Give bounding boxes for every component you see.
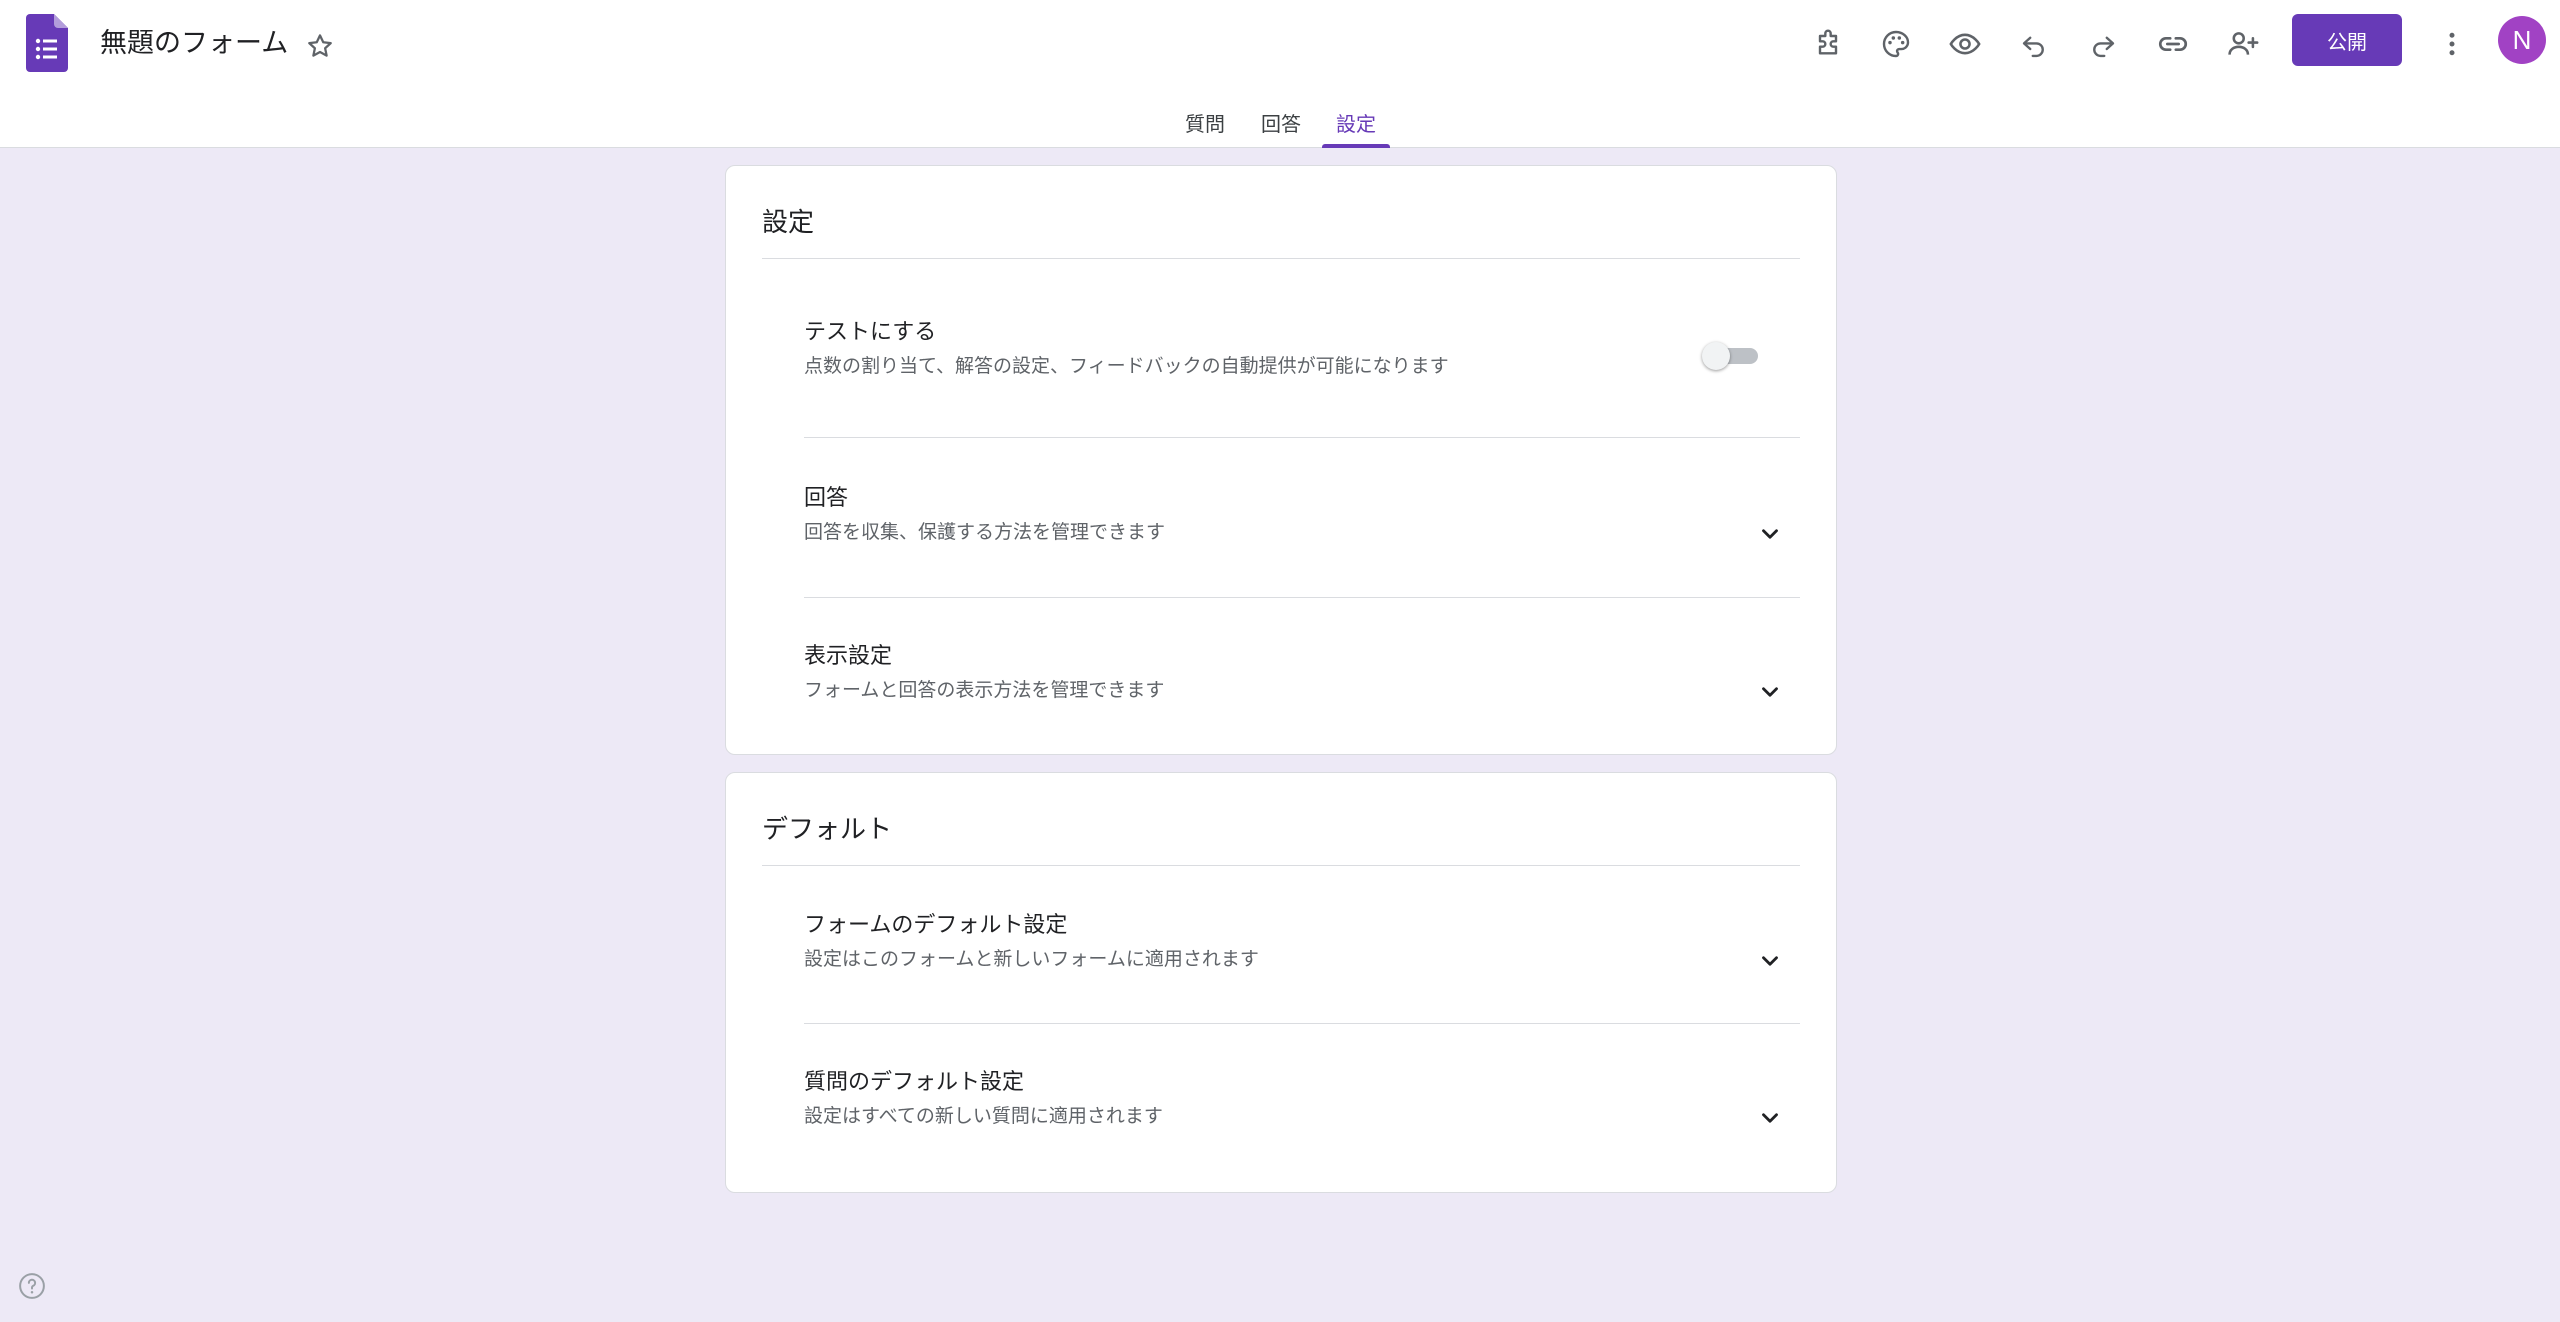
chevron-down-icon[interactable] — [1754, 945, 1786, 977]
row-description: 回答を収集、保護する方法を管理できます — [804, 521, 1166, 543]
undo-icon[interactable] — [2008, 18, 2060, 70]
divider — [762, 258, 1800, 259]
forms-logo-icon[interactable] — [26, 14, 68, 72]
publish-button[interactable]: 公開 — [2292, 14, 2402, 66]
palette-icon[interactable] — [1870, 18, 1922, 70]
responses-setting-row[interactable]: 回答 回答を収集、保護する方法を管理できます — [804, 484, 1800, 546]
question-defaults-row[interactable]: 質問のデフォルト設定 設定はすべての新しい質問に適用されます — [804, 1068, 1800, 1130]
row-title: 表示設定 — [804, 644, 893, 669]
presentation-setting-row[interactable]: 表示設定 フォームと回答の表示方法を管理できます — [804, 642, 1800, 704]
add-collaborator-icon[interactable] — [2217, 18, 2269, 70]
link-icon[interactable] — [2147, 18, 2199, 70]
quiz-setting-row[interactable]: テストにする 点数の割り当て、解答の設定、フィードバックの自動提供が可能になりま… — [804, 318, 1800, 380]
more-vert-icon[interactable] — [2426, 18, 2478, 70]
row-description: 点数の割り当て、解答の設定、フィードバックの自動提供が可能になります — [804, 355, 1449, 377]
toggle-thumb — [1702, 342, 1730, 370]
star-icon[interactable] — [302, 28, 338, 64]
chevron-down-icon[interactable] — [1754, 518, 1786, 550]
card-title: デフォルト — [762, 815, 893, 845]
row-title: 回答 — [804, 486, 849, 511]
active-tab-indicator — [1322, 144, 1390, 148]
card-title: 設定 — [762, 208, 815, 238]
avatar[interactable]: N — [2498, 16, 2546, 64]
row-description: 設定はすべての新しい質問に適用されます — [804, 1105, 1163, 1127]
divider — [762, 865, 1800, 866]
addon-icon[interactable] — [1802, 18, 1854, 70]
defaults-card: デフォルト フォームのデフォルト設定 設定はこのフォームと新しいフォームに適用さ… — [725, 772, 1837, 1193]
chevron-down-icon[interactable] — [1754, 676, 1786, 708]
divider — [804, 437, 1800, 438]
form-defaults-row[interactable]: フォームのデフォルト設定 設定はこのフォームと新しいフォームに適用されます — [804, 911, 1800, 973]
tab-settings[interactable]: 設定 — [1333, 108, 1379, 148]
row-title: フォームのデフォルト設定 — [804, 913, 1068, 938]
row-description: フォームと回答の表示方法を管理できます — [804, 679, 1165, 701]
preview-eye-icon[interactable] — [1939, 18, 1991, 70]
row-description: 設定はこのフォームと新しいフォームに適用されます — [804, 948, 1259, 970]
chevron-down-icon[interactable] — [1754, 1102, 1786, 1134]
form-title[interactable]: 無題のフォーム — [100, 26, 288, 62]
row-title: テストにする — [804, 320, 937, 345]
redo-icon[interactable] — [2077, 18, 2129, 70]
top-bar: 無題のフォーム 公開 N 質問 回答 設定 — [0, 0, 2560, 148]
divider — [804, 597, 1800, 598]
divider — [804, 1023, 1800, 1024]
settings-card: 設定 テストにする 点数の割り当て、解答の設定、フィードバックの自動提供が可能に… — [725, 165, 1837, 755]
help-icon[interactable] — [16, 1270, 48, 1302]
tab-questions[interactable]: 質問 — [1182, 108, 1228, 148]
row-title: 質問のデフォルト設定 — [804, 1070, 1025, 1095]
quiz-toggle[interactable] — [1702, 339, 1758, 371]
tab-bar: 質問 回答 設定 — [0, 100, 2560, 148]
tab-responses[interactable]: 回答 — [1258, 108, 1304, 148]
